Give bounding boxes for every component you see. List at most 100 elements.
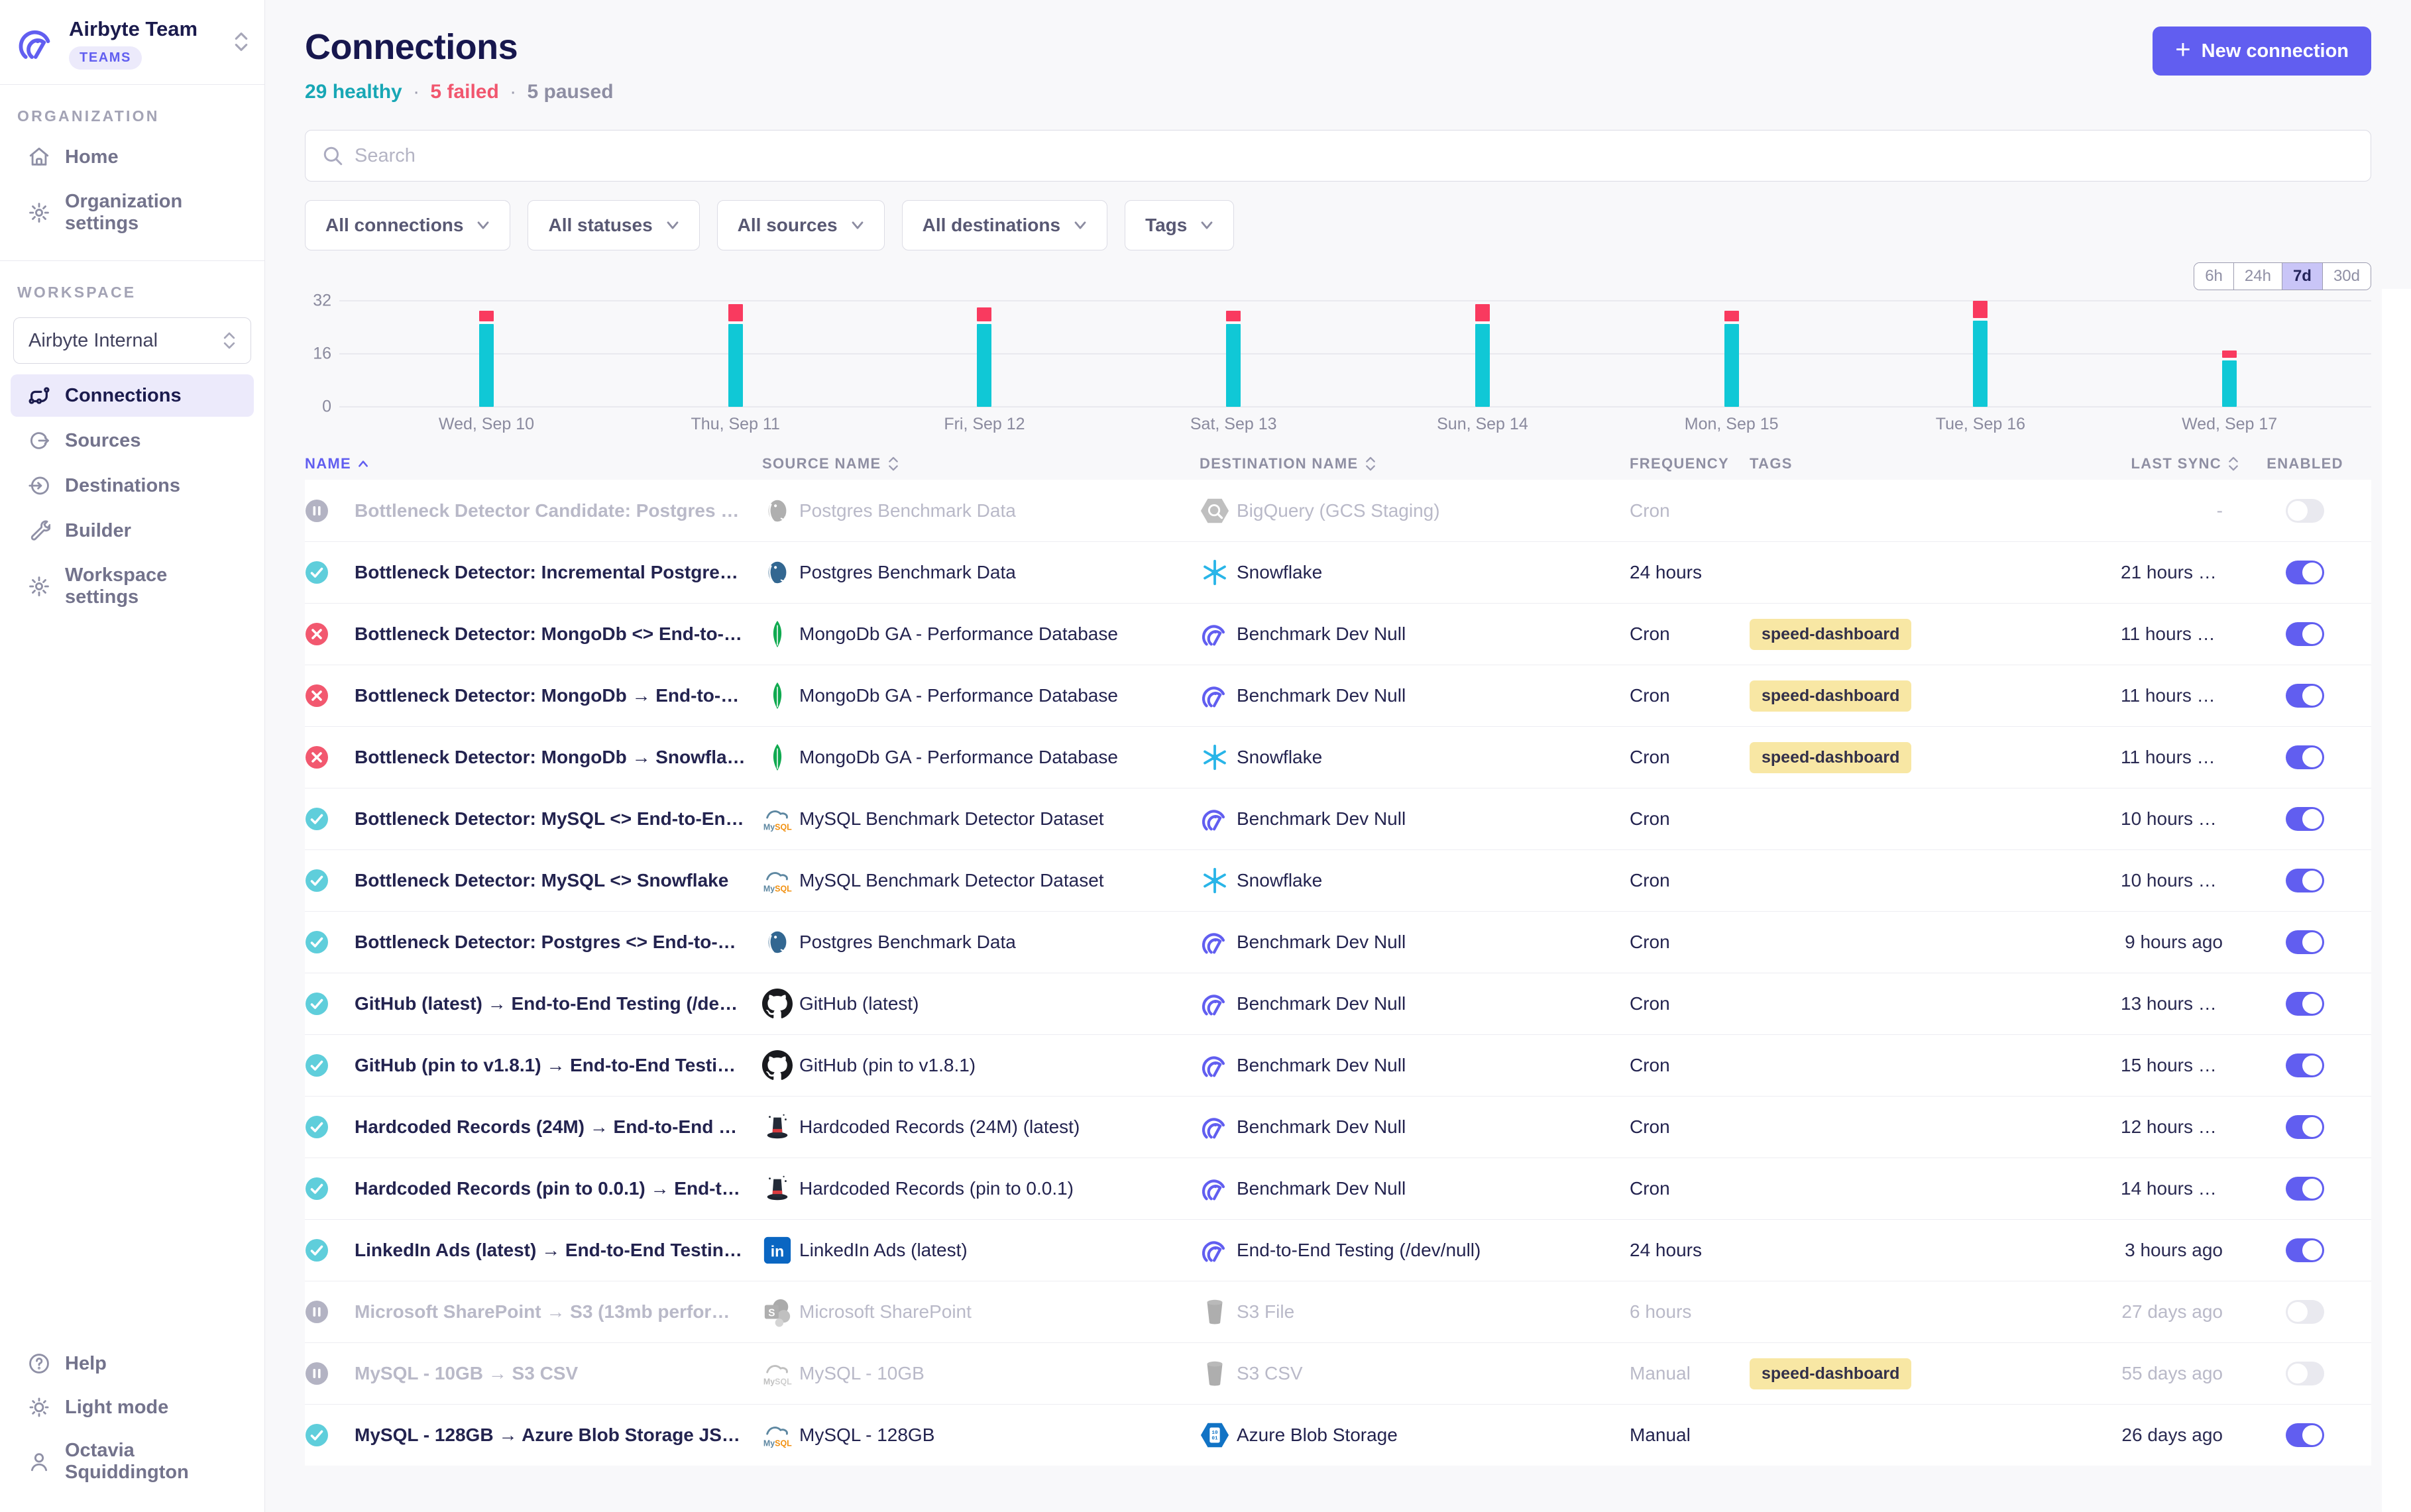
bar-failed[interactable] — [1475, 304, 1490, 321]
connection-name[interactable]: Bottleneck Detector: MySQL <> Snowflake — [355, 870, 762, 891]
sidebar-item-help[interactable]: Help — [11, 1342, 254, 1385]
enabled-toggle[interactable] — [2286, 561, 2324, 584]
sidebar-item-connections[interactable]: Connections — [11, 374, 254, 417]
tag-chip[interactable]: speed-dashboard — [1750, 680, 1911, 712]
connection-name[interactable]: Bottleneck Detector: MongoDb <> End-to-E… — [355, 623, 762, 645]
connection-name[interactable]: Hardcoded Records (24M) → End-to-End Te.… — [355, 1116, 762, 1138]
bar-failed[interactable] — [1973, 301, 1988, 318]
bar-failed[interactable] — [479, 311, 494, 321]
enabled-toggle[interactable] — [2286, 1177, 2324, 1201]
bar-succeeded[interactable] — [1973, 321, 1988, 407]
filter-tags[interactable]: Tags — [1125, 200, 1234, 250]
table-row[interactable]: Bottleneck Detector: MongoDb → Snowflake… — [305, 726, 2371, 788]
table-row[interactable]: GitHub (pin to v1.8.1) → End-to-End Test… — [305, 1034, 2371, 1096]
sidebar-item-organization-settings[interactable]: Organization settings — [11, 181, 254, 244]
table-row[interactable]: Bottleneck Detector: MongoDb <> End-to-E… — [305, 603, 2371, 665]
search-input[interactable] — [355, 145, 2355, 167]
time-range-24h[interactable]: 24h — [2233, 263, 2282, 290]
table-row[interactable]: MySQL - 128GB → Azure Blob Storage JSOn … — [305, 1404, 2371, 1466]
enabled-toggle[interactable] — [2286, 499, 2324, 523]
bar-succeeded[interactable] — [1475, 324, 1490, 407]
enabled-toggle[interactable] — [2286, 684, 2324, 708]
column-header-source[interactable]: SOURCE NAME — [762, 455, 1200, 472]
time-range-6h[interactable]: 6h — [2194, 263, 2233, 290]
table-row[interactable]: MySQL - 10GB → S3 CSVMySQLMySQL - 10GBS3… — [305, 1342, 2371, 1404]
filter-all-statuses[interactable]: All statuses — [528, 200, 699, 250]
enabled-toggle[interactable] — [2286, 1362, 2324, 1385]
bar-succeeded[interactable] — [1226, 324, 1241, 407]
enabled-toggle[interactable] — [2286, 622, 2324, 646]
enabled-toggle[interactable] — [2286, 1238, 2324, 1262]
connection-name[interactable]: GitHub (latest) → End-to-End Testing (/d… — [355, 993, 762, 1014]
connection-name[interactable]: Bottleneck Detector: Incremental Postgre… — [355, 562, 762, 583]
connection-name[interactable]: LinkedIn Ads (latest) → End-to-End Testi… — [355, 1240, 762, 1261]
column-header-destination[interactable]: DESTINATION NAME — [1200, 455, 1630, 472]
connection-name[interactable]: Microsoft SharePoint → S3 (13mb performa… — [355, 1301, 762, 1323]
table-row[interactable]: Bottleneck Detector: MySQL <> SnowflakeM… — [305, 849, 2371, 911]
table-row[interactable]: Bottleneck Detector: MySQL <> End-to-End… — [305, 788, 2371, 849]
table-row[interactable]: Hardcoded Records (pin to 0.0.1) → End-t… — [305, 1158, 2371, 1219]
connection-name[interactable]: MySQL - 10GB → S3 CSV — [355, 1363, 762, 1384]
enabled-toggle[interactable] — [2286, 1053, 2324, 1077]
sidebar-item-workspace-settings[interactable]: Workspace settings — [11, 555, 254, 618]
table-row[interactable]: Bottleneck Detector: Incremental Postgre… — [305, 541, 2371, 603]
table-row[interactable]: Bottleneck Detector Candidate: Postgres … — [305, 480, 2371, 541]
sidebar-item-builder[interactable]: Builder — [11, 510, 254, 552]
bar-succeeded[interactable] — [479, 324, 494, 407]
connection-name[interactable]: GitHub (pin to v1.8.1) → End-to-End Test… — [355, 1055, 762, 1076]
sidebar-item-sources[interactable]: Sources — [11, 419, 254, 462]
connection-name[interactable]: Bottleneck Detector: Postgres <> End-to-… — [355, 932, 762, 953]
bar-failed[interactable] — [2222, 351, 2237, 358]
enabled-toggle[interactable] — [2286, 869, 2324, 892]
connection-name[interactable]: MySQL - 128GB → Azure Blob Storage JSOn … — [355, 1425, 762, 1446]
table-row[interactable]: Bottleneck Detector: Postgres <> End-to-… — [305, 911, 2371, 973]
table-row[interactable]: Microsoft SharePoint → S3 (13mb performa… — [305, 1281, 2371, 1342]
tag-chip[interactable]: speed-dashboard — [1750, 742, 1911, 773]
enabled-toggle[interactable] — [2286, 992, 2324, 1016]
filter-all-sources[interactable]: All sources — [717, 200, 885, 250]
sidebar-item-destinations[interactable]: Destinations — [11, 464, 254, 507]
bar-succeeded[interactable] — [728, 324, 743, 407]
enabled-toggle[interactable] — [2286, 1423, 2324, 1447]
connection-name[interactable]: Bottleneck Detector: MongoDb → Snowflake — [355, 747, 762, 768]
bar-failed[interactable] — [728, 304, 743, 321]
table-row[interactable]: LinkedIn Ads (latest) → End-to-End Testi… — [305, 1219, 2371, 1281]
workspace-selector[interactable]: Airbyte Internal — [13, 317, 251, 364]
time-range-30d[interactable]: 30d — [2322, 263, 2371, 290]
tag-chip[interactable]: speed-dashboard — [1750, 619, 1911, 650]
enabled-toggle[interactable] — [2286, 1300, 2324, 1324]
enabled-toggle[interactable] — [2286, 930, 2324, 954]
new-connection-button[interactable]: + New connection — [2153, 27, 2371, 76]
bar-failed[interactable] — [1226, 311, 1241, 321]
bar-succeeded[interactable] — [2222, 360, 2237, 407]
filter-all-destinations[interactable]: All destinations — [902, 200, 1107, 250]
org-switcher-chevrons-icon[interactable] — [234, 30, 249, 56]
scrollbar-track[interactable] — [2382, 289, 2411, 1512]
enabled-toggle[interactable] — [2286, 1115, 2324, 1139]
connection-name[interactable]: Bottleneck Detector: MySQL <> End-to-End… — [355, 808, 762, 830]
table-row[interactable]: Hardcoded Records (24M) → End-to-End Te.… — [305, 1096, 2371, 1158]
enabled-toggle[interactable] — [2286, 745, 2324, 769]
bar-succeeded[interactable] — [977, 324, 991, 407]
connection-name[interactable]: Hardcoded Records (pin to 0.0.1) → End-t… — [355, 1178, 762, 1199]
filter-all-connections[interactable]: All connections — [305, 200, 510, 250]
enabled-toggle[interactable] — [2286, 807, 2324, 831]
table-row[interactable]: Bottleneck Detector: MongoDb → End-to-En… — [305, 665, 2371, 726]
bar-succeeded[interactable] — [1724, 324, 1739, 407]
connection-name[interactable]: Bottleneck Detector Candidate: Postgres … — [355, 500, 762, 521]
table-row[interactable]: GitHub (latest) → End-to-End Testing (/d… — [305, 973, 2371, 1034]
column-header-name[interactable]: NAME — [305, 455, 762, 472]
tag-chip[interactable]: speed-dashboard — [1750, 1358, 1911, 1389]
sidebar-item-user-menu[interactable]: Octavia Squiddington — [11, 1430, 254, 1493]
search-bar[interactable] — [305, 130, 2371, 182]
bar-failed[interactable] — [1724, 311, 1739, 321]
sidebar-item-home[interactable]: Home — [11, 136, 254, 178]
connection-name[interactable]: Bottleneck Detector: MongoDb → End-to-En… — [355, 685, 762, 706]
bar-failed[interactable] — [977, 307, 991, 321]
frequency-value: Cron — [1630, 808, 1750, 830]
sidebar-item-light-mode[interactable]: Light mode — [11, 1386, 254, 1429]
org-switcher[interactable]: Airbyte Team TEAMS — [0, 0, 264, 84]
connections-table: Bottleneck Detector Candidate: Postgres … — [305, 480, 2371, 1466]
time-range-7d[interactable]: 7d — [2282, 263, 2322, 290]
column-header-last-sync[interactable]: LAST SYNC — [2121, 455, 2239, 472]
